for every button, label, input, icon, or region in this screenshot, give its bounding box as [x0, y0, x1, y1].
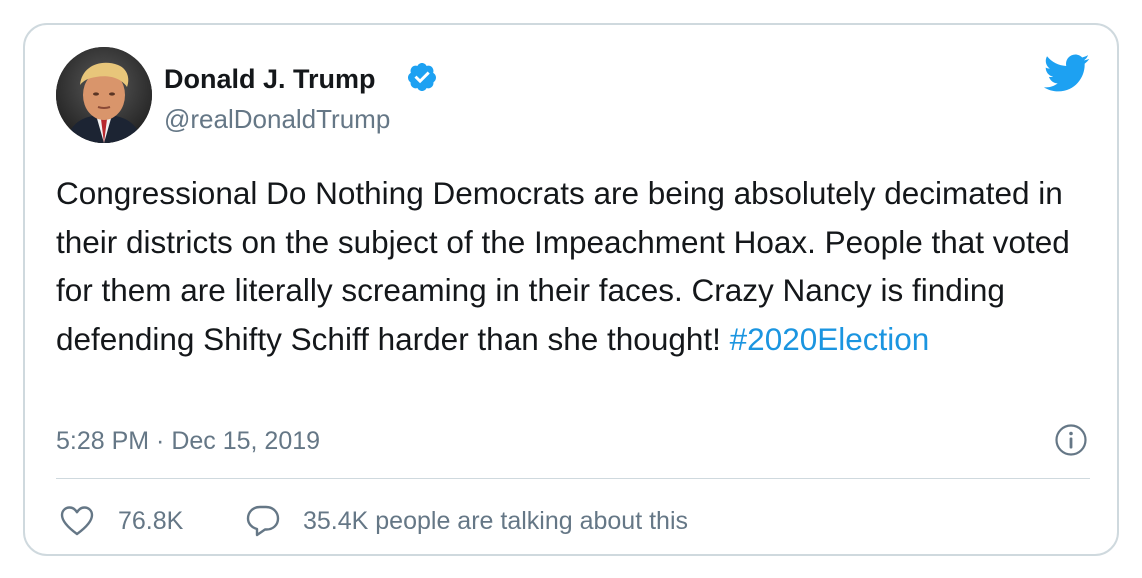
info-icon[interactable]	[1054, 423, 1088, 457]
conversation-count-text: 35.4K people are talking about this	[303, 506, 688, 535]
tweet-timestamp[interactable]: 5:28 PM · Dec 15, 2019	[56, 425, 320, 457]
conversation-button[interactable]: 35.4K people are talking about this	[245, 503, 688, 539]
tweet-card[interactable]: Donald J. Trump @realDonaldTrump Congres…	[23, 23, 1119, 556]
author-display-name[interactable]: Donald J. Trump	[164, 63, 376, 95]
speech-bubble-icon	[246, 505, 280, 537]
avatar[interactable]	[56, 47, 152, 143]
verified-badge-icon	[407, 63, 436, 91]
like-count: 76.8K	[118, 506, 184, 535]
author-handle[interactable]: @realDonaldTrump	[164, 103, 390, 135]
like-button[interactable]: 76.8K	[56, 503, 183, 539]
tweet-text: Congressional Do Nothing Democrats are b…	[56, 169, 1096, 363]
twitter-bird-icon[interactable]	[1042, 53, 1090, 93]
divider	[56, 478, 1090, 479]
hashtag-link[interactable]: #2020Election	[730, 321, 930, 357]
heart-icon	[60, 506, 94, 536]
